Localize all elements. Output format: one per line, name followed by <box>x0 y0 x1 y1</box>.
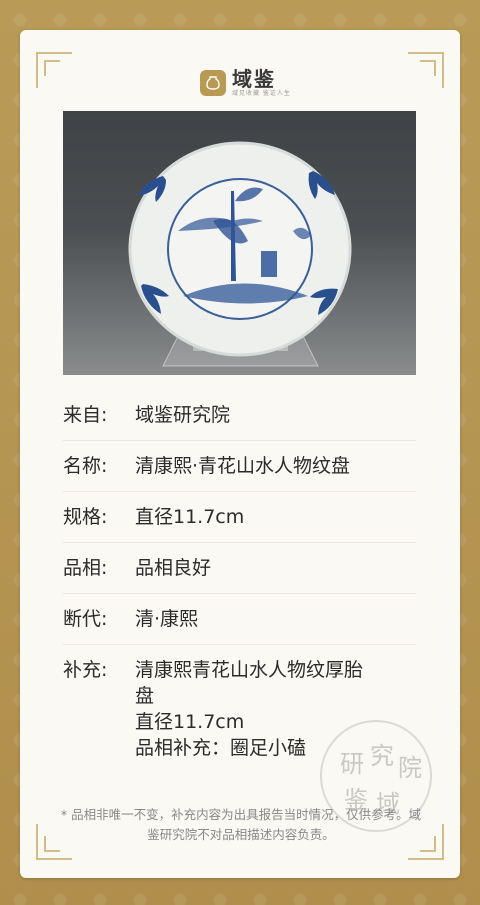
detail-row-condition: 品相: 品相良好 <box>63 543 416 594</box>
row-key: 断代: <box>63 608 108 630</box>
row-key: 名称: <box>63 455 108 477</box>
brand-tagline: 域见收藏 鉴证人生 <box>232 90 291 97</box>
row-value: 品相良好 <box>135 557 212 579</box>
vase-icon <box>200 70 226 96</box>
stamp-char: 研 <box>340 750 364 778</box>
row-key: 品相: <box>63 557 108 579</box>
corner-ornament <box>36 52 72 88</box>
item-photo[interactable] <box>63 111 416 375</box>
row-value: 清康熙·青花山水人物纹盘 <box>135 455 351 477</box>
corner-ornament <box>408 52 444 88</box>
row-key: 补充: <box>63 659 108 681</box>
detail-row-spec: 规格: 直径11.7cm <box>63 492 416 543</box>
detail-row-dating: 断代: 清·康熙 <box>63 594 416 645</box>
row-key: 规格: <box>63 506 108 528</box>
stamp-char: 究 <box>370 742 394 770</box>
detail-row-source: 来自: 域鉴研究院 <box>63 390 416 441</box>
detail-row-name: 名称: 清康熙·青花山水人物纹盘 <box>63 441 416 492</box>
row-value: 直径11.7cm <box>135 506 245 528</box>
item-details: 来自: 域鉴研究院 名称: 清康熙·青花山水人物纹盘 规格: 直径11.7cm … <box>63 390 416 773</box>
row-key: 来自: <box>63 404 108 426</box>
certificate-card: 域鉴 域见收藏 鉴证人生 来自: 域鉴研究院 名称: 清康熙·青花山水人物纹盘 … <box>20 30 460 878</box>
brand-logo: 域鉴 域见收藏 鉴证人生 <box>200 66 291 100</box>
row-value: 清·康熙 <box>135 608 199 630</box>
disclaimer: * 品相非唯一不变，补充内容为出具报告当时情况，仅供参考。域鉴研究院不对品相描述… <box>60 807 422 842</box>
plate-image <box>128 141 352 367</box>
row-value: 域鉴研究院 <box>135 404 231 426</box>
brand-name: 域鉴 <box>232 67 276 91</box>
stamp-char: 院 <box>398 754 422 782</box>
